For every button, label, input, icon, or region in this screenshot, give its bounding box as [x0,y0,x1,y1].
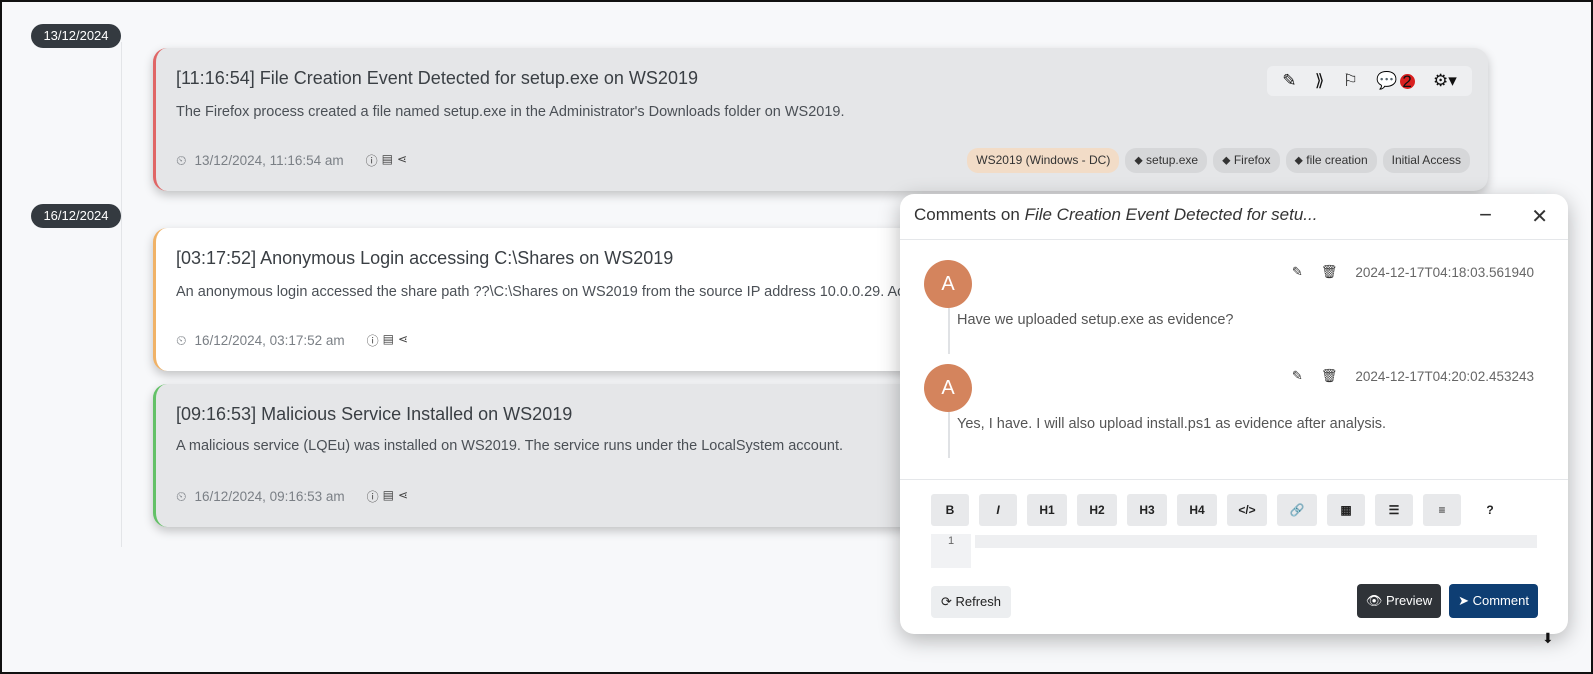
info-icon[interactable]: ⓘ [366,152,378,169]
clock-icon: ⏲ [176,488,187,504]
comment-text: Yes, I have. I will also upload install.… [957,416,1387,432]
mitre-icon[interactable]: ⟫ [1315,71,1324,91]
clock-icon: ⏲ [176,332,187,348]
table-icon[interactable]: ▦ [1327,494,1365,526]
panel-header: Comments on File Creation Event Detected… [900,194,1568,240]
refresh-button[interactable]: ⟳ Refresh [931,586,1011,618]
link-icon[interactable]: 🔗 [1277,494,1317,526]
comments-panel: Comments on File Creation Event Detected… [900,194,1568,634]
asset-tag[interactable]: WS2019 (Windows - DC) [967,148,1120,173]
h2-button[interactable]: H2 [1077,494,1117,526]
tag[interactable]: ⬥ Firefox [1213,148,1280,173]
date-badge: 13/12/2024 [31,24,121,48]
event-meta: ⏲ 16/12/2024, 09:16:53 am ⓘ ▤ ⋖ [176,488,408,505]
help-icon[interactable]: ? [1471,494,1509,526]
app-frame: 13/12/2024 16/12/2024 [11:16:54] File Cr… [0,0,1593,674]
comment-button[interactable]: ➤ Comment [1449,584,1538,618]
panel-title: Comments on File Creation Event Detected… [914,205,1318,224]
comment-editor[interactable]: 1 [931,534,1537,568]
ordered-list-icon[interactable]: ≡ [1423,494,1461,526]
timeline-line [121,42,122,547]
h3-button[interactable]: H3 [1127,494,1167,526]
info-icon[interactable]: ⓘ [367,488,379,505]
event-title[interactable]: [09:16:53] Malicious Service Installed o… [176,404,572,425]
table-icon[interactable]: ▤ [383,488,394,505]
event-timestamp: 13/12/2024, 11:16:54 am [194,153,344,168]
code-icon[interactable]: </> [1227,494,1267,526]
comment-count-badge: 2 [1399,73,1415,90]
share-icon[interactable]: ⋖ [398,488,408,505]
event-title[interactable]: [11:16:54] File Creation Event Detected … [176,68,698,89]
event-meta: ⏲ 16/12/2024, 03:17:52 am ⓘ ▤ ⋖ [176,332,408,349]
line-number: 1 [931,534,971,568]
comment-timestamp: 2024-12-17T04:20:02.453243 [1355,368,1534,384]
tag[interactable]: Initial Access [1382,148,1470,173]
minimize-button[interactable]: − [1479,202,1492,228]
event-timestamp: 16/12/2024, 09:16:53 am [194,489,345,504]
event-description: An anonymous login accessed the share pa… [176,284,963,300]
event-timestamp: 16/12/2024, 03:17:52 am [194,333,345,348]
unordered-list-icon[interactable]: ☰ [1375,494,1413,526]
event-card[interactable]: [11:16:54] File Creation Event Detected … [153,48,1488,191]
bold-button[interactable]: B [931,494,969,526]
editor-toolbar: B I H1 H2 H3 H4 </> 🔗 ▦ ☰ ≡ ? [931,494,1509,526]
gear-icon[interactable]: ⚙▾ [1433,71,1457,91]
tag[interactable]: ⬥ setup.exe [1125,148,1208,173]
event-meta: ⏲ 13/12/2024, 11:16:54 am ⓘ ▤ ⋖ [176,152,407,169]
info-icon[interactable]: ⓘ [367,332,379,349]
h4-button[interactable]: H4 [1177,494,1217,526]
tag[interactable]: ⬥ file creation [1285,148,1377,173]
pencil-icon[interactable]: ✎ [1282,71,1296,91]
trash-icon[interactable]: 🗑 [1321,264,1338,280]
date-badge: 16/12/2024 [31,204,121,228]
italic-button[interactable]: I [979,494,1017,526]
avatar: A [924,364,972,412]
share-icon[interactable]: ⋖ [397,152,407,169]
h1-button[interactable]: H1 [1027,494,1067,526]
flag-icon[interactable]: ⚐ [1343,71,1358,91]
table-icon[interactable]: ▤ [383,332,394,349]
divider [900,479,1568,480]
table-icon[interactable]: ▤ [382,152,393,169]
preview-button[interactable]: 👁 Preview [1357,584,1441,618]
edit-icon[interactable]: ✎ [1292,264,1303,280]
event-title[interactable]: [03:17:52] Anonymous Login accessing C:\… [176,248,673,269]
avatar: A [924,260,972,308]
event-description: A malicious service (LQEu) was installed… [176,438,844,454]
comment-thread-line [948,412,950,458]
code-line[interactable] [975,535,1537,548]
event-description: The Firefox process created a file named… [176,104,845,120]
trash-icon[interactable]: 🗑 [1321,368,1338,384]
tag-list: WS2019 (Windows - DC) ⬥ setup.exe ⬥ Fire… [967,148,1470,173]
edit-icon[interactable]: ✎ [1292,368,1303,384]
comments-button[interactable]: 💬 2 [1376,71,1415,91]
scroll-down-icon[interactable]: ⬇ [1542,630,1554,647]
close-button[interactable]: ✕ [1531,204,1548,229]
comment-timestamp: 2024-12-17T04:18:03.561940 [1355,264,1534,280]
share-icon[interactable]: ⋖ [398,332,408,349]
comment-text: Have we uploaded setup.exe as evidence? [957,312,1234,328]
comment-thread-line [948,308,950,354]
event-toolbar: ✎ ⟫ ⚐ 💬 2 ⚙▾ [1267,66,1472,96]
clock-icon: ⏲ [176,152,187,168]
